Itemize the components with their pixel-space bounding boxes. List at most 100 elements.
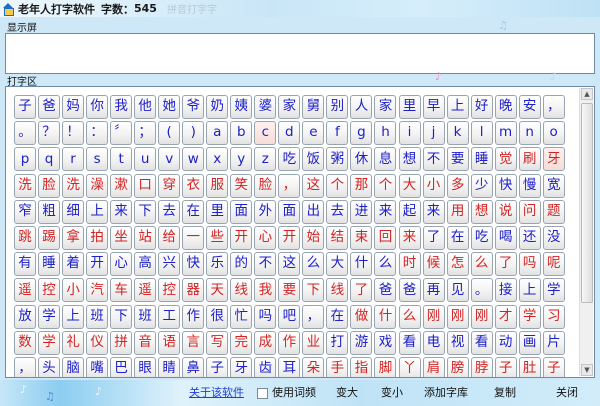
char-key[interactable]: 吃 [278, 147, 301, 172]
char-key[interactable]: 去 [158, 199, 181, 224]
char-key[interactable]: 丫 [398, 356, 421, 377]
char-key[interactable]: 洗 [14, 173, 36, 198]
char-key[interactable]: 仪 [86, 330, 109, 355]
char-key[interactable]: 小 [422, 173, 445, 198]
shrink-button[interactable]: 变小 [381, 386, 403, 400]
char-key[interactable]: ？ [38, 121, 61, 146]
char-key[interactable]: e [302, 121, 325, 146]
char-key[interactable]: 少 [470, 173, 493, 198]
char-key[interactable]: ， [302, 304, 325, 329]
char-key[interactable]: 有 [14, 252, 36, 277]
char-key[interactable]: ： [86, 121, 109, 146]
char-key[interactable]: 刷 [518, 147, 541, 172]
char-key[interactable]: 。 [14, 121, 36, 146]
char-key[interactable]: 结 [326, 225, 349, 250]
char-key[interactable]: 上 [62, 304, 85, 329]
char-key[interactable]: w [182, 147, 205, 172]
char-key[interactable]: 下 [110, 304, 133, 329]
char-key[interactable]: 想 [470, 199, 493, 224]
char-key[interactable]: y [230, 147, 253, 172]
char-key[interactable]: 里 [398, 95, 421, 119]
char-key[interactable]: 遥 [14, 278, 36, 303]
char-key[interactable]: u [134, 147, 157, 172]
char-key[interactable]: l [470, 121, 493, 146]
char-key[interactable]: n [518, 121, 541, 146]
char-key[interactable]: 洗 [62, 173, 85, 198]
char-key[interactable]: 别 [326, 95, 349, 119]
char-key[interactable]: 业 [302, 330, 325, 355]
char-key[interactable]: 言 [182, 330, 205, 355]
char-key[interactable]: 子 [494, 356, 517, 377]
char-key[interactable]: 牙 [542, 147, 565, 172]
char-key[interactable]: 人 [350, 95, 373, 119]
char-key[interactable]: 么 [374, 252, 397, 277]
char-key[interactable]: 刚 [470, 304, 493, 329]
checkbox-box[interactable] [257, 387, 268, 399]
char-key[interactable]: 笑 [230, 173, 253, 198]
char-key[interactable]: 学 [38, 330, 61, 355]
char-key[interactable]: 站 [134, 225, 157, 250]
char-key[interactable]: 嘴 [86, 356, 109, 377]
char-key[interactable]: 下 [302, 278, 325, 303]
char-key[interactable]: 了 [494, 252, 517, 277]
char-key[interactable]: 开 [230, 225, 253, 250]
char-key[interactable]: 里 [206, 199, 229, 224]
char-key[interactable]: 动 [494, 330, 517, 355]
char-key[interactable]: 一 [182, 225, 205, 250]
char-key[interactable]: 坐 [110, 225, 133, 250]
char-key[interactable]: 外 [254, 199, 277, 224]
char-key[interactable]: 放 [14, 304, 36, 329]
char-key[interactable]: 头 [38, 356, 61, 377]
char-key[interactable]: 学 [518, 304, 541, 329]
char-key[interactable]: z [254, 147, 277, 172]
char-key[interactable]: 面 [230, 199, 253, 224]
char-key[interactable]: 脖 [470, 356, 493, 377]
char-key[interactable]: 手 [326, 356, 349, 377]
char-key[interactable]: 踢 [38, 225, 61, 250]
char-key[interactable]: 高 [134, 252, 157, 277]
char-key[interactable]: 脸 [38, 173, 61, 198]
char-key[interactable]: 车 [110, 278, 133, 303]
char-key[interactable]: 游 [350, 330, 373, 355]
char-key[interactable]: 婆 [254, 95, 277, 119]
char-key[interactable]: d [278, 121, 301, 146]
char-key[interactable]: 休 [350, 147, 373, 172]
char-key[interactable]: 齿 [254, 356, 277, 377]
char-key[interactable]: 工 [158, 304, 181, 329]
char-key[interactable]: 饭 [302, 147, 325, 172]
char-key[interactable]: k [446, 121, 469, 146]
char-key[interactable]: ， [278, 173, 301, 198]
char-key[interactable]: 么 [470, 252, 493, 277]
char-key[interactable]: 么 [398, 304, 421, 329]
char-key[interactable]: 写 [206, 330, 229, 355]
char-key[interactable]: 跳 [14, 225, 36, 250]
char-key[interactable]: 口 [134, 173, 157, 198]
char-key[interactable]: 。 [470, 278, 493, 303]
char-key[interactable]: ， [14, 356, 36, 377]
char-key[interactable]: 息 [374, 147, 397, 172]
close-button[interactable]: 关闭 [556, 386, 578, 400]
char-key[interactable]: 奶 [206, 95, 229, 119]
char-key[interactable]: 的 [230, 252, 253, 277]
char-key[interactable]: 作 [182, 304, 205, 329]
char-key[interactable]: 刚 [446, 304, 469, 329]
char-key[interactable]: 心 [110, 252, 133, 277]
scroll-down-icon[interactable]: ▼ [581, 364, 593, 376]
char-key[interactable]: 习 [542, 304, 565, 329]
char-key[interactable]: 指 [350, 356, 373, 377]
char-key[interactable]: 脚 [374, 356, 397, 377]
char-key[interactable]: 出 [302, 199, 325, 224]
char-key[interactable]: 个 [326, 173, 349, 198]
char-key[interactable]: 着 [62, 252, 85, 277]
char-key[interactable]: 家 [374, 95, 397, 119]
char-key[interactable]: 器 [182, 278, 205, 303]
char-key[interactable]: 题 [542, 199, 565, 224]
char-key[interactable]: 忙 [230, 304, 253, 329]
char-key[interactable]: 不 [254, 252, 277, 277]
char-key[interactable]: 用 [446, 199, 469, 224]
char-key[interactable]: 打 [326, 330, 349, 355]
char-key[interactable]: 来 [110, 199, 133, 224]
char-key[interactable]: 服 [206, 173, 229, 198]
char-key[interactable]: i [398, 121, 421, 146]
char-key[interactable]: v [158, 147, 181, 172]
